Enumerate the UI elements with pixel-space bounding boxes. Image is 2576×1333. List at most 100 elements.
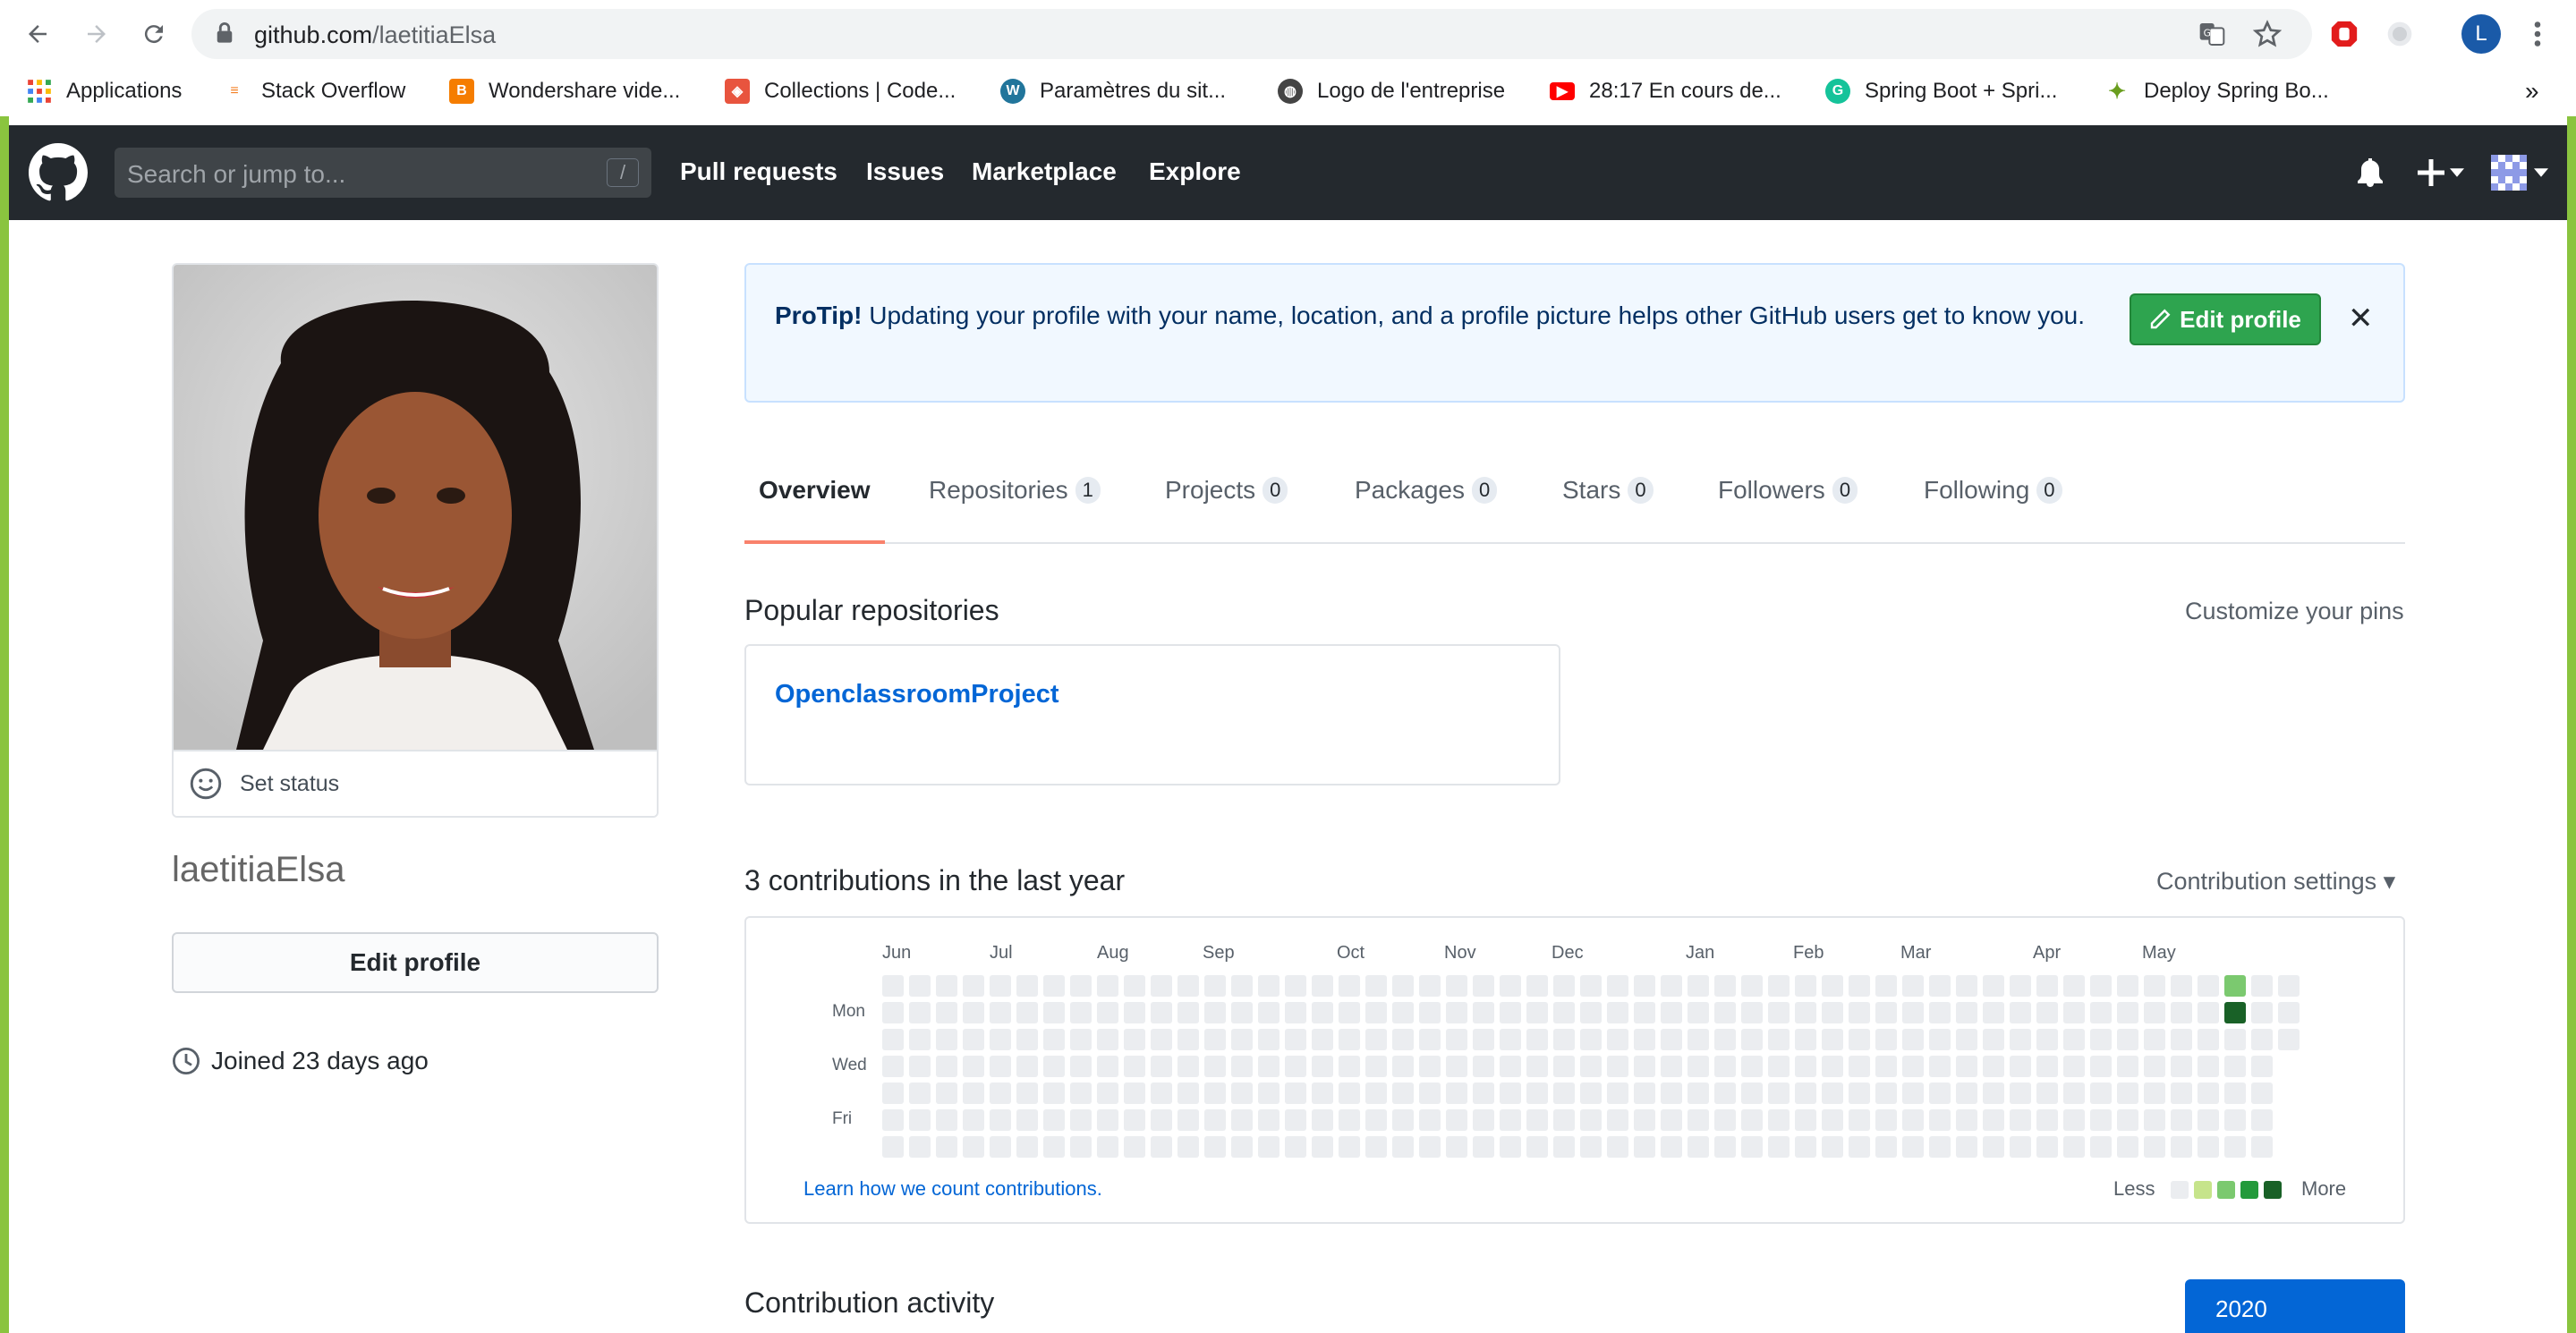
contribution-day-cell[interactable] [1875,1056,1897,1077]
contribution-day-cell[interactable] [1929,1083,1951,1104]
contribution-day-cell[interactable] [1446,975,1467,997]
contribution-day-cell[interactable] [1312,1029,1333,1050]
profile-avatar[interactable] [174,265,657,750]
contribution-day-cell[interactable] [2171,1109,2192,1131]
customize-pins-link[interactable]: Customize your pins [2185,598,2404,625]
contribution-day-cell[interactable] [1714,1109,1736,1131]
contribution-day-cell[interactable] [1526,1056,1548,1077]
contribution-day-cell[interactable] [1875,1002,1897,1023]
bookmark-stack-overflow[interactable]: ≡ Stack Overflow [222,75,405,107]
tab-repositories[interactable]: Repositories 1 [929,476,1101,544]
tab-following[interactable]: Following 0 [1924,476,2062,544]
contribution-day-cell[interactable] [1661,1056,1682,1077]
contribution-day-cell[interactable] [2036,1109,2058,1131]
contribution-day-cell[interactable] [1446,1056,1467,1077]
contribution-day-cell[interactable] [1956,1109,1977,1131]
user-menu-dropdown[interactable] [2491,150,2548,195]
bookmarks-overflow-button[interactable]: » [2525,75,2539,107]
bookmark-youtube[interactable]: ▶ 28:17 En cours de... [1550,75,1781,107]
contribution-day-cell[interactable] [1392,1029,1414,1050]
contribution-day-cell[interactable] [1392,1002,1414,1023]
contribution-day-cell[interactable] [1070,975,1092,997]
contribution-day-cell[interactable] [1070,1083,1092,1104]
contribution-day-cell[interactable] [1661,1029,1682,1050]
contribution-day-cell[interactable] [1312,1002,1333,1023]
bookmark-spring-boot[interactable]: G Spring Boot + Spri... [1825,75,2057,107]
contribution-day-cell[interactable] [1795,1109,1816,1131]
contribution-day-cell[interactable] [1339,1109,1360,1131]
contribution-day-cell[interactable] [1822,1136,1843,1158]
contribution-day-cell[interactable] [1956,1002,1977,1023]
contribution-day-cell[interactable] [936,1136,957,1158]
contribution-day-cell[interactable] [990,1083,1011,1104]
contribution-day-cell[interactable] [2224,1002,2246,1023]
contribution-day-cell[interactable] [2198,1109,2219,1131]
contribution-day-cell[interactable] [2090,1029,2112,1050]
browser-menu-button[interactable] [2518,14,2557,54]
contribution-day-cell[interactable] [1500,975,1521,997]
tab-projects[interactable]: Projects 0 [1165,476,1288,544]
contribution-day-cell[interactable] [1097,1136,1118,1158]
contribution-day-cell[interactable] [1983,1109,2004,1131]
contribution-day-cell[interactable] [1312,1056,1333,1077]
contribution-day-cell[interactable] [1285,1056,1306,1077]
contribution-day-cell[interactable] [1312,1109,1333,1131]
contribution-day-cell[interactable] [1580,975,1602,997]
contribution-day-cell[interactable] [1231,1029,1253,1050]
contribution-day-cell[interactable] [1285,1136,1306,1158]
contribution-day-cell[interactable] [2251,1083,2273,1104]
contribution-day-cell[interactable] [1795,1083,1816,1104]
contribution-day-cell[interactable] [1768,1109,1790,1131]
contribution-day-cell[interactable] [1124,1056,1145,1077]
contribution-day-cell[interactable] [2090,1109,2112,1131]
contribution-day-cell[interactable] [2251,975,2273,997]
contribution-day-cell[interactable] [1929,1029,1951,1050]
contribution-day-cell[interactable] [2224,1056,2246,1077]
contribution-day-cell[interactable] [1714,975,1736,997]
contribution-day-cell[interactable] [1956,1083,1977,1104]
contribution-day-cell[interactable] [2010,1109,2031,1131]
contribution-day-cell[interactable] [1768,1083,1790,1104]
github-logo-icon[interactable] [29,143,88,202]
contribution-day-cell[interactable] [1446,1029,1467,1050]
contribution-day-cell[interactable] [1419,1083,1441,1104]
nav-explore[interactable]: Explore [1149,157,1241,186]
contribution-day-cell[interactable] [1204,1002,1226,1023]
contribution-day-cell[interactable] [1043,1136,1065,1158]
contribution-day-cell[interactable] [1446,1136,1467,1158]
contribution-day-cell[interactable] [1177,975,1199,997]
address-bar[interactable]: github.com/laetitiaElsa G [191,9,2312,59]
contribution-day-cell[interactable] [882,1029,904,1050]
contribution-day-cell[interactable] [963,1029,984,1050]
contribution-day-cell[interactable] [2144,1002,2165,1023]
contribution-day-cell[interactable] [1580,1029,1602,1050]
contribution-day-cell[interactable] [936,1002,957,1023]
contribution-day-cell[interactable] [2251,1002,2273,1023]
contribution-day-cell[interactable] [1634,1056,1655,1077]
contribution-day-cell[interactable] [2198,1029,2219,1050]
contribution-day-cell[interactable] [2224,975,2246,997]
contribution-day-cell[interactable] [1526,1002,1548,1023]
contribution-day-cell[interactable] [1741,1029,1763,1050]
contribution-day-cell[interactable] [2063,1056,2085,1077]
contribution-day-cell[interactable] [1902,1002,1924,1023]
contribution-day-cell[interactable] [1258,1109,1279,1131]
create-new-dropdown[interactable] [2418,150,2464,195]
tab-followers[interactable]: Followers 0 [1718,476,1858,544]
contribution-day-cell[interactable] [1688,1029,1709,1050]
contribution-day-cell[interactable] [1204,1109,1226,1131]
contribution-day-cell[interactable] [1070,1056,1092,1077]
contribution-day-cell[interactable] [1929,1136,1951,1158]
contribution-day-cell[interactable] [2251,1109,2273,1131]
contribution-day-cell[interactable] [1473,1136,1494,1158]
contribution-day-cell[interactable] [882,1083,904,1104]
contribution-day-cell[interactable] [1446,1109,1467,1131]
contribution-day-cell[interactable] [1661,975,1682,997]
contribution-day-cell[interactable] [1312,1136,1333,1158]
contribution-day-cell[interactable] [1500,1136,1521,1158]
contribution-day-cell[interactable] [909,1002,931,1023]
contribution-day-cell[interactable] [1070,1002,1092,1023]
contribution-day-cell[interactable] [1983,1029,2004,1050]
contribution-day-cell[interactable] [1714,1083,1736,1104]
contribution-day-cell[interactable] [1419,1056,1441,1077]
